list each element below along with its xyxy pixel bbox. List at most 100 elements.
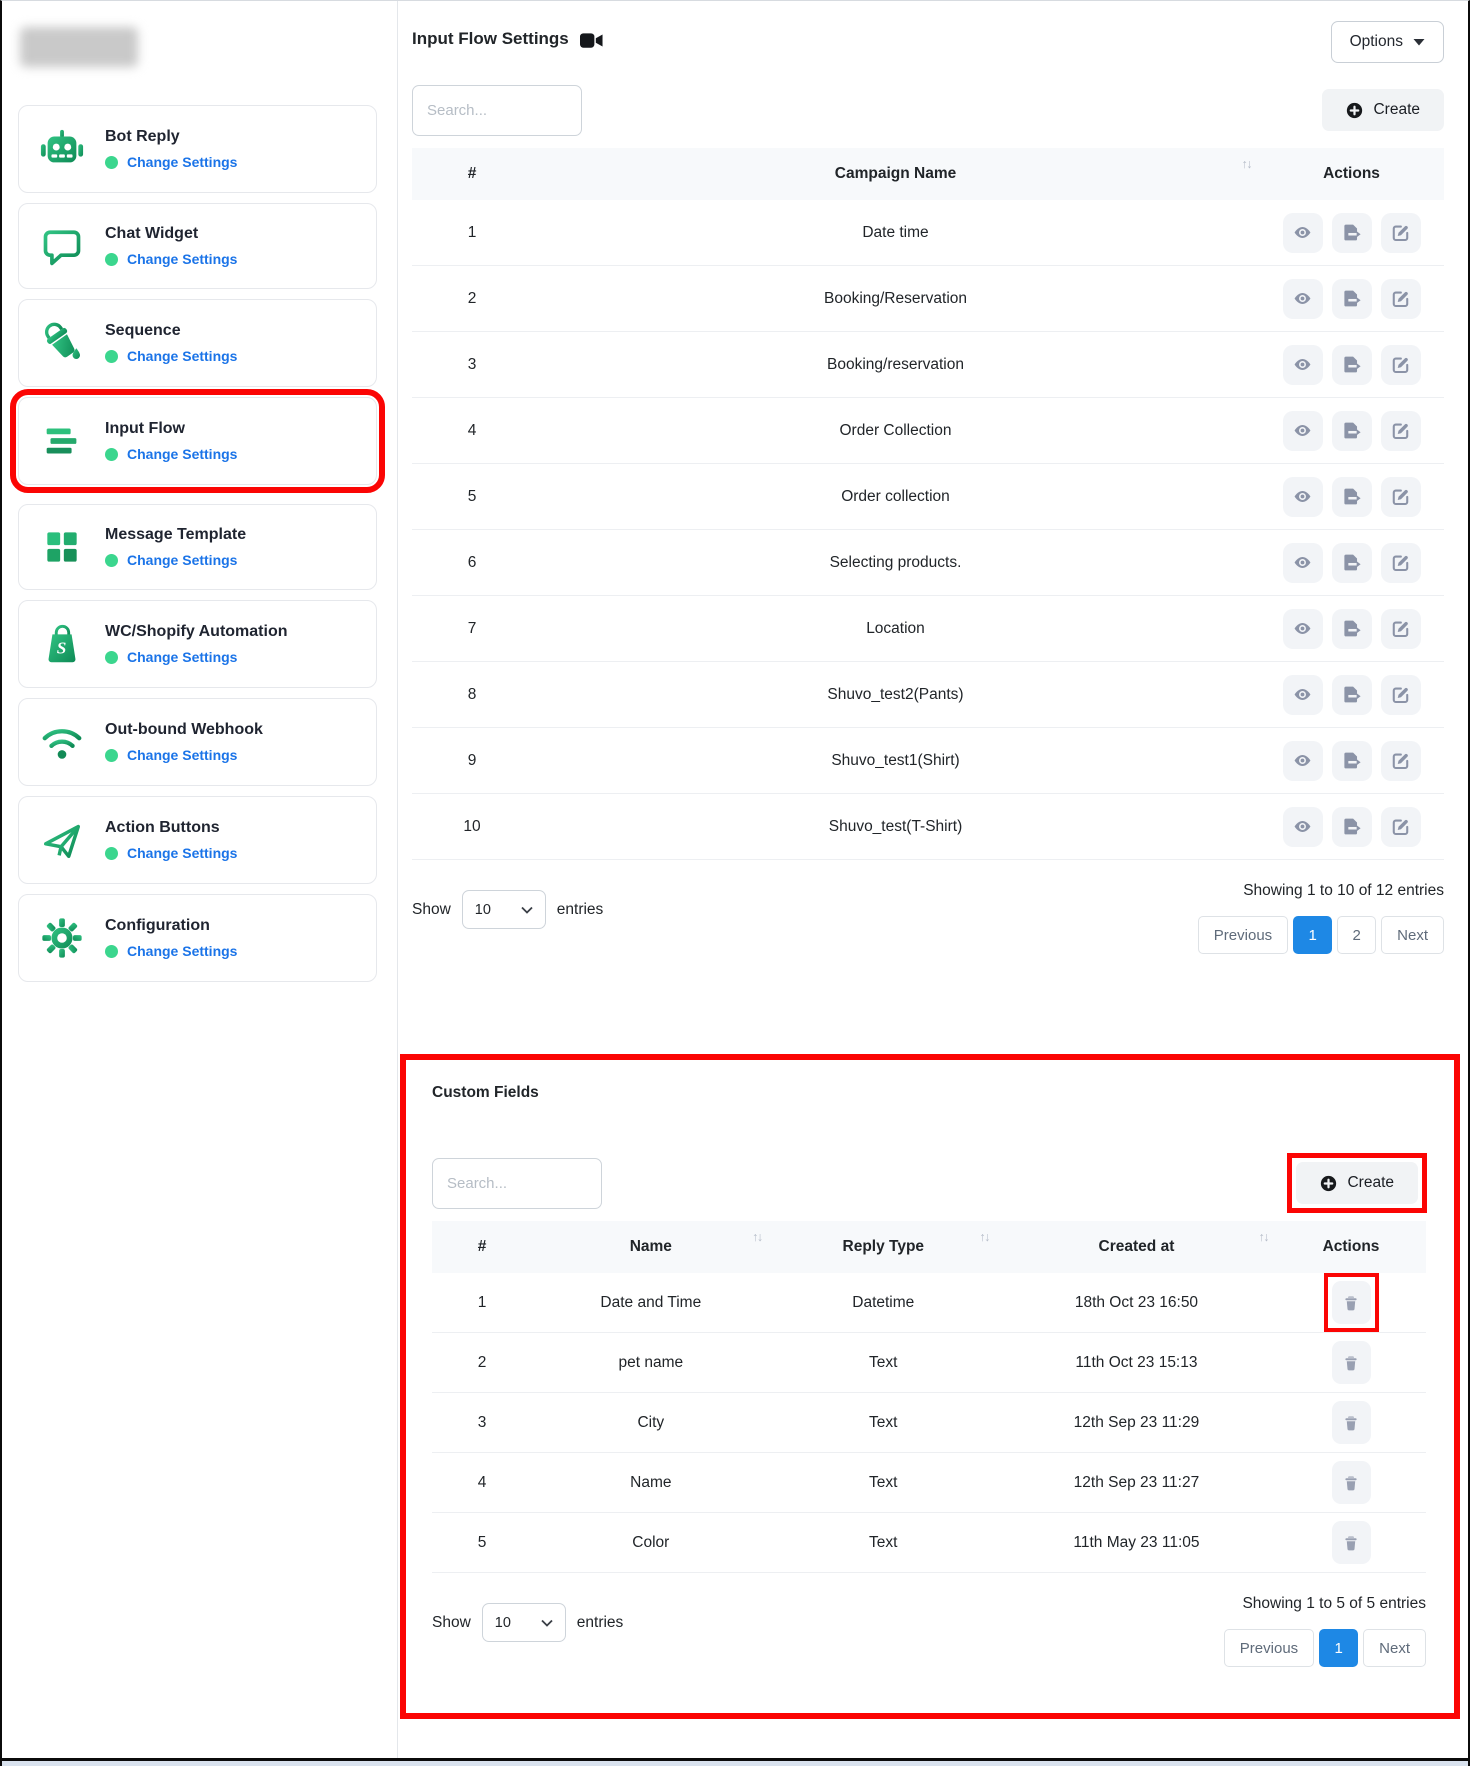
campaign-row: 10 Shuvo_test(T-Shirt) [412,794,1444,860]
delete-button[interactable] [1332,1401,1371,1444]
view-button[interactable] [1283,477,1323,517]
video-tutorial-icon[interactable] [580,32,603,49]
export-button[interactable] [1332,213,1372,253]
page-size-select[interactable]: 10 [462,890,546,929]
edit-button[interactable] [1381,279,1421,319]
status-dot [105,350,118,363]
export-button[interactable] [1332,609,1372,649]
campaign-row-number: 6 [412,544,532,582]
app-logo [20,27,138,67]
view-button[interactable] [1283,675,1323,715]
custom-fields-table-header: # Name ↑↓ Reply Type ↑↓ Created at ↑↓ Ac… [432,1221,1426,1273]
create-button-annotation: Create [1296,1162,1418,1204]
options-button[interactable]: Options [1331,21,1444,63]
change-settings-link[interactable]: Change Settings [127,747,237,763]
sidebar-item-label: Bot Reply [105,128,237,146]
export-button[interactable] [1332,675,1372,715]
export-button[interactable] [1332,477,1372,517]
campaign-row-name: Location [532,610,1259,648]
delete-button[interactable] [1332,1341,1371,1384]
status-dot [105,253,118,266]
sidebar-item-wc-shopify-automation: S WC/Shopify Automation Change Settings [18,600,377,688]
sidebar-item-label: Out-bound Webhook [105,721,263,739]
status-dot [105,448,118,461]
next-page-button[interactable]: Next [1363,1629,1426,1667]
sidebar-item-label: Message Template [105,526,246,544]
view-button[interactable] [1283,279,1323,319]
edit-button[interactable] [1381,807,1421,847]
export-button[interactable] [1332,807,1372,847]
page-1-button[interactable]: 1 [1293,916,1332,954]
column-campaign-name[interactable]: Campaign Name ↑↓ [532,148,1259,200]
custom-field-row-created-at: 12th Sep 23 11:29 [997,1406,1276,1440]
campaign-row-number: 3 [412,346,532,384]
previous-page-button[interactable]: Previous [1198,916,1288,954]
edit-button[interactable] [1381,543,1421,583]
column-name[interactable]: Name ↑↓ [532,1221,770,1273]
campaign-row-name: Selecting products. [532,544,1259,582]
view-button[interactable] [1283,213,1323,253]
edit-button[interactable] [1381,609,1421,649]
edit-button[interactable] [1381,213,1421,253]
shopify-bag-icon: S [37,621,87,667]
column-created-at[interactable]: Created at ↑↓ [997,1221,1276,1273]
campaign-row-name: Shuvo_test(T-Shirt) [532,808,1259,846]
change-settings-link[interactable]: Change Settings [127,348,237,364]
export-button[interactable] [1332,345,1372,385]
next-page-button[interactable]: Next [1381,916,1444,954]
campaign-search-input[interactable] [412,85,582,136]
export-button[interactable] [1332,411,1372,451]
custom-field-row-reply-type: Text [770,1346,997,1380]
campaign-row-name: Order Collection [532,412,1259,450]
edit-button[interactable] [1381,741,1421,781]
entries-summary: Showing 1 to 5 of 5 entries [1242,1595,1426,1613]
campaign-row: 6 Selecting products. [412,530,1444,596]
custom-field-row-number: 4 [432,1466,532,1500]
delete-button-annotation [1332,1401,1371,1444]
change-settings-link[interactable]: Change Settings [127,446,237,462]
edit-button[interactable] [1381,477,1421,517]
campaign-row-name: Shuvo_test1(Shirt) [532,742,1259,780]
page-1-button[interactable]: 1 [1319,1629,1358,1667]
custom-field-row-created-at: 18th Oct 23 16:50 [997,1286,1276,1320]
view-button[interactable] [1283,741,1323,781]
export-button[interactable] [1332,741,1372,781]
custom-fields-search-input[interactable] [432,1158,602,1209]
campaign-create-button[interactable]: Create [1322,89,1444,131]
column-reply-type[interactable]: Reply Type ↑↓ [770,1221,997,1273]
campaign-row-number: 9 [412,742,532,780]
campaign-row: 8 Shuvo_test2(Pants) [412,662,1444,728]
change-settings-link[interactable]: Change Settings [127,552,237,568]
page-size-select[interactable]: 10 [482,1603,566,1642]
previous-page-button[interactable]: Previous [1224,1629,1314,1667]
view-button[interactable] [1283,411,1323,451]
view-button[interactable] [1283,609,1323,649]
entries-label: entries [577,1614,624,1632]
edit-button[interactable] [1381,411,1421,451]
change-settings-link[interactable]: Change Settings [127,251,237,267]
change-settings-link[interactable]: Change Settings [127,943,237,959]
change-settings-link[interactable]: Change Settings [127,845,237,861]
sort-icon: ↑↓ [1259,1230,1269,1244]
page-title: Input Flow Settings [412,29,569,49]
change-settings-link[interactable]: Change Settings [127,154,237,170]
change-settings-link[interactable]: Change Settings [127,649,237,665]
custom-field-row: 2 pet name Text 11th Oct 23 15:13 [432,1333,1426,1393]
campaign-row-number: 7 [412,610,532,648]
edit-button[interactable] [1381,675,1421,715]
view-button[interactable] [1283,807,1323,847]
view-button[interactable] [1283,345,1323,385]
sidebar-item-input-flow[interactable]: Input Flow Change Settings [18,397,377,485]
campaign-row-number: 5 [412,478,532,516]
page-2-button[interactable]: 2 [1337,916,1376,954]
delete-button[interactable] [1332,1461,1371,1504]
view-button[interactable] [1283,543,1323,583]
export-button[interactable] [1332,279,1372,319]
campaign-row: 1 Date time [412,200,1444,266]
edit-button[interactable] [1381,345,1421,385]
custom-field-create-button[interactable]: Create [1296,1162,1418,1204]
plus-circle-icon [1346,102,1363,119]
export-button[interactable] [1332,543,1372,583]
delete-button[interactable] [1332,1281,1371,1324]
delete-button[interactable] [1332,1521,1371,1564]
